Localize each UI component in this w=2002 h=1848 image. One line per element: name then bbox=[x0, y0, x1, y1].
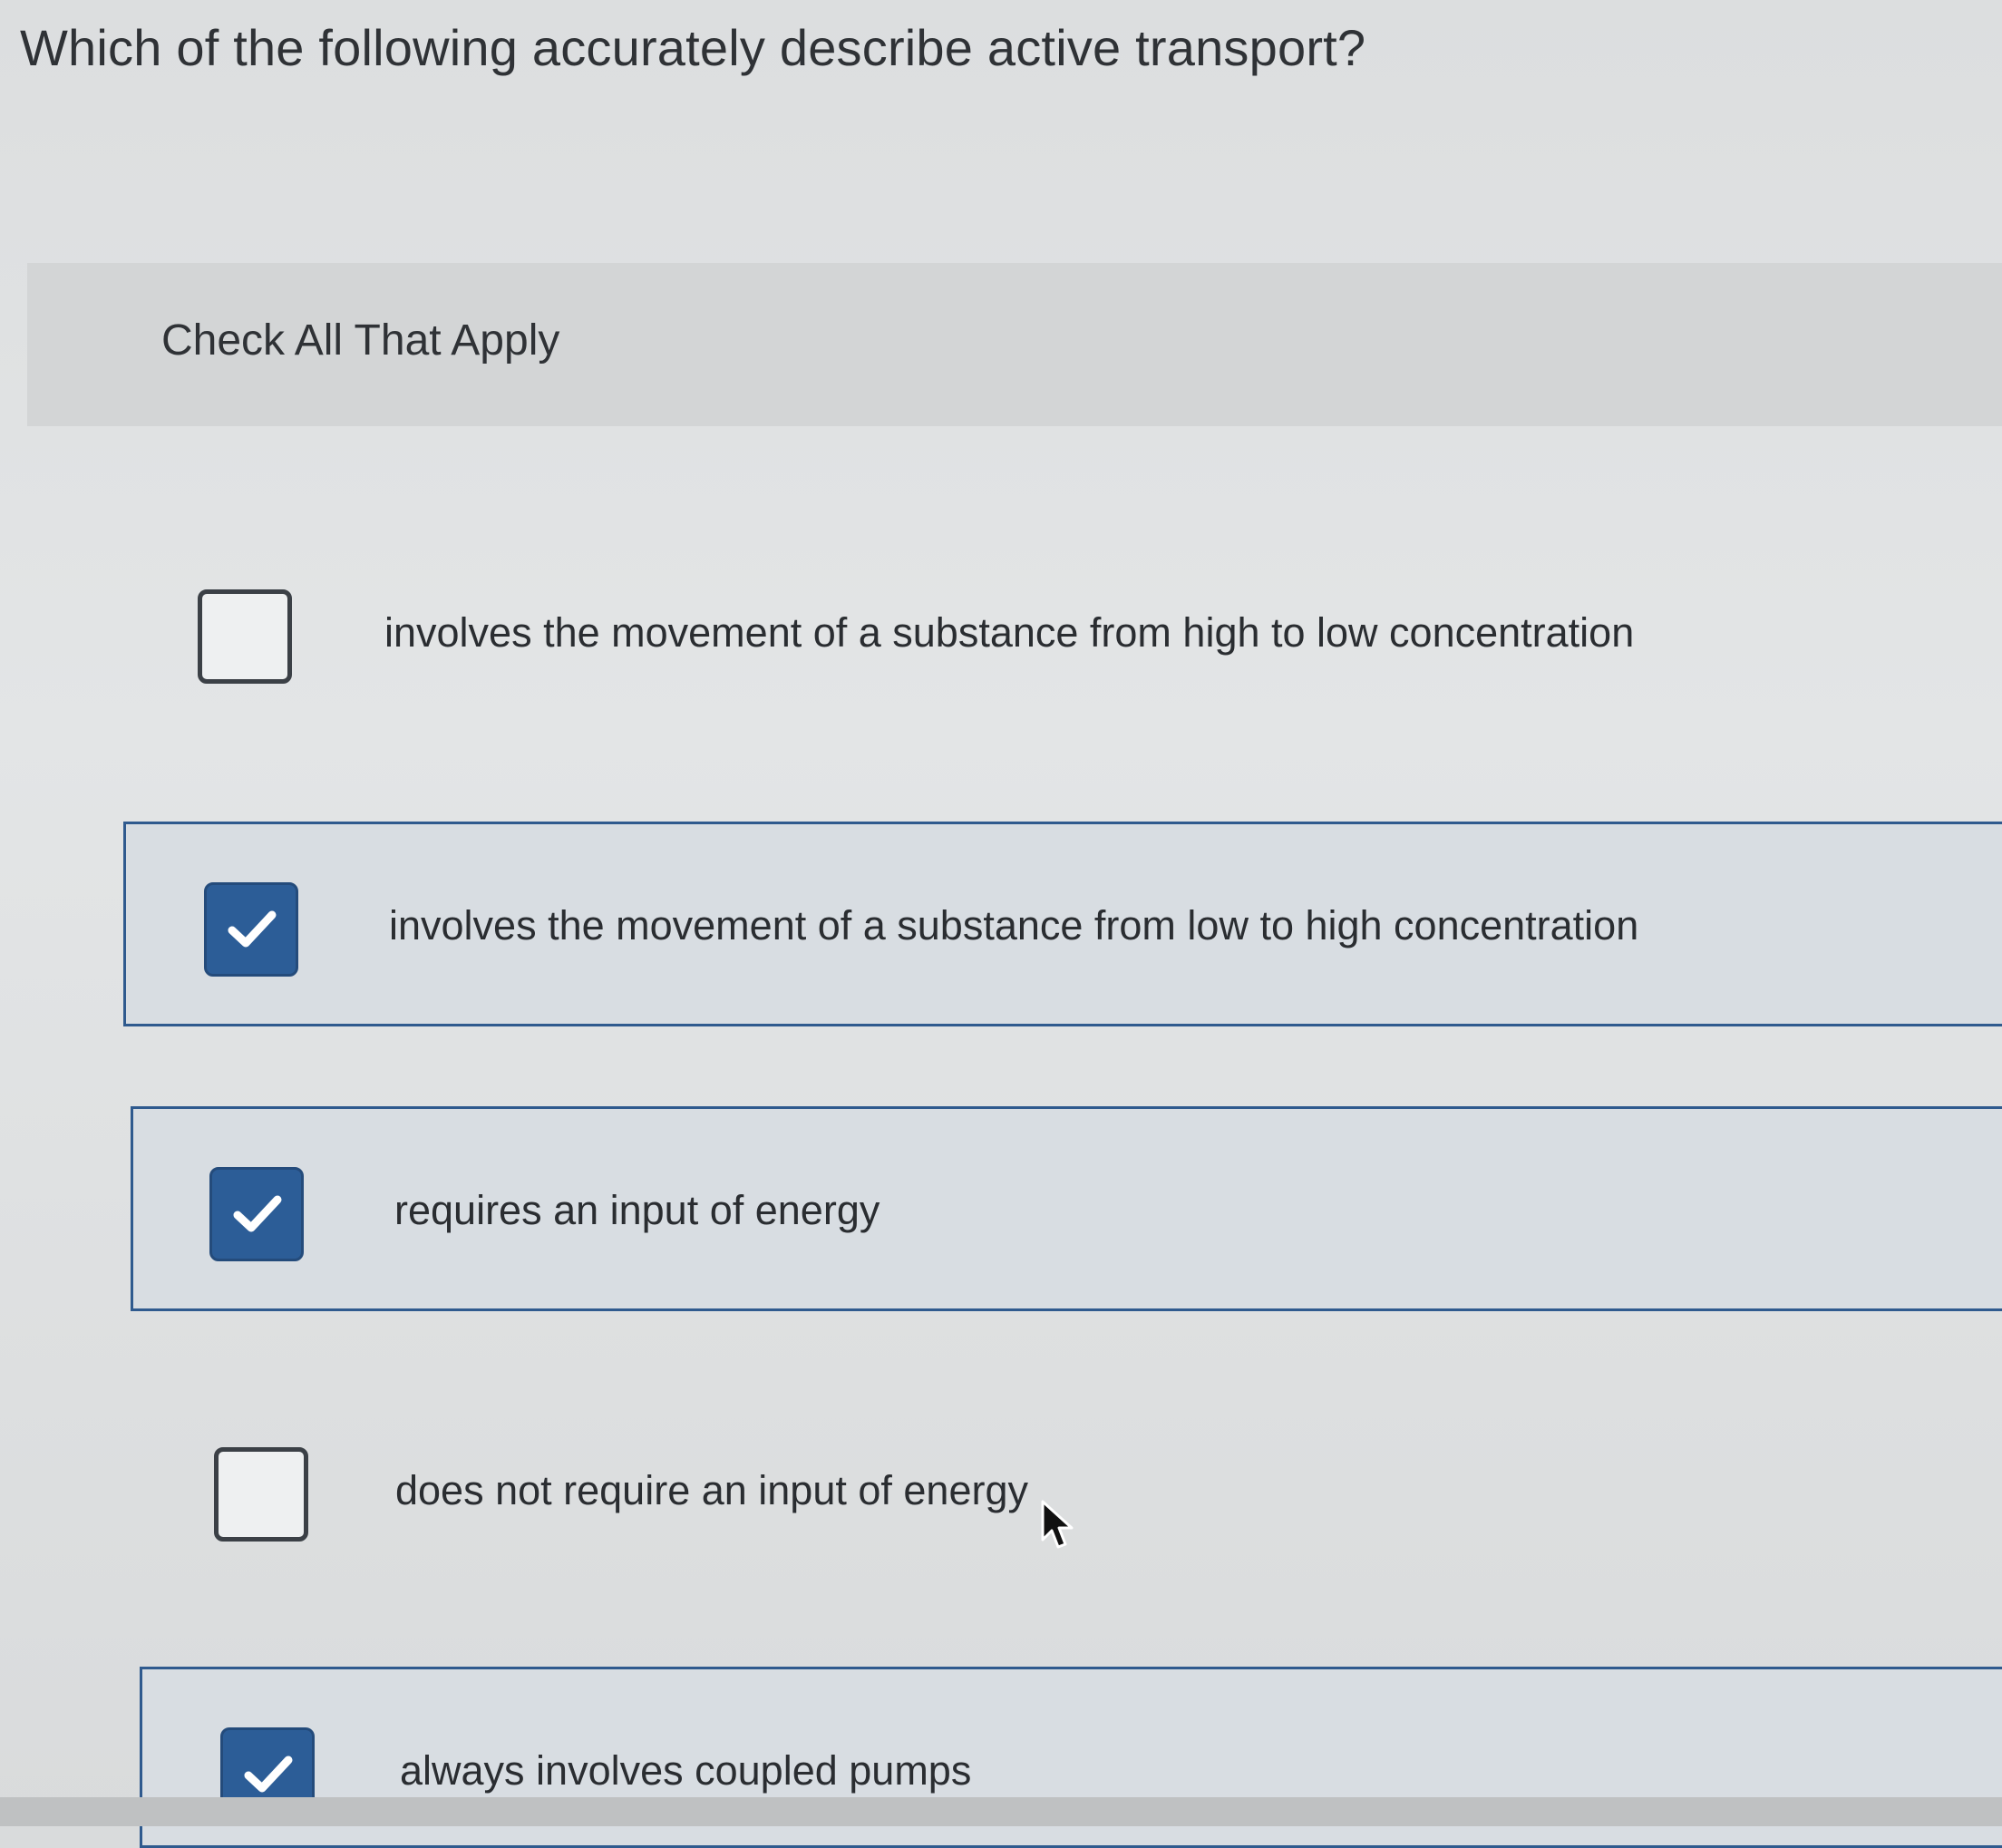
option-1[interactable]: involves the movement of a substance fro… bbox=[118, 533, 2002, 738]
checkmark-icon bbox=[244, 1756, 293, 1793]
screen-bezel bbox=[0, 1797, 2002, 1826]
instructions-text: Check All That Apply bbox=[161, 316, 560, 365]
option-label: requires an input of energy bbox=[394, 1187, 880, 1233]
option-label: always involves coupled pumps bbox=[400, 1747, 972, 1794]
option-label: does not require an input of energy bbox=[395, 1467, 1028, 1513]
checkbox-checked[interactable] bbox=[209, 1167, 304, 1261]
option-4[interactable]: does not require an input of energy bbox=[136, 1387, 2002, 1592]
option-3[interactable]: requires an input of energy bbox=[131, 1106, 2002, 1311]
checkmark-icon bbox=[233, 1195, 282, 1232]
mouse-cursor-icon bbox=[1041, 1500, 1074, 1549]
page: Which of the following accurately descri… bbox=[0, 0, 2002, 1848]
checkmark-icon bbox=[228, 910, 277, 948]
option-2[interactable]: involves the movement of a substance fro… bbox=[123, 822, 2002, 1026]
checkbox-checked[interactable] bbox=[204, 882, 298, 977]
option-label: involves the movement of a substance fro… bbox=[384, 609, 1635, 656]
option-label: involves the movement of a substance fro… bbox=[389, 902, 1639, 948]
question-text: Which of the following accurately descri… bbox=[20, 19, 1366, 76]
checkbox-unchecked[interactable] bbox=[214, 1447, 308, 1542]
checkbox-unchecked[interactable] bbox=[198, 589, 292, 684]
